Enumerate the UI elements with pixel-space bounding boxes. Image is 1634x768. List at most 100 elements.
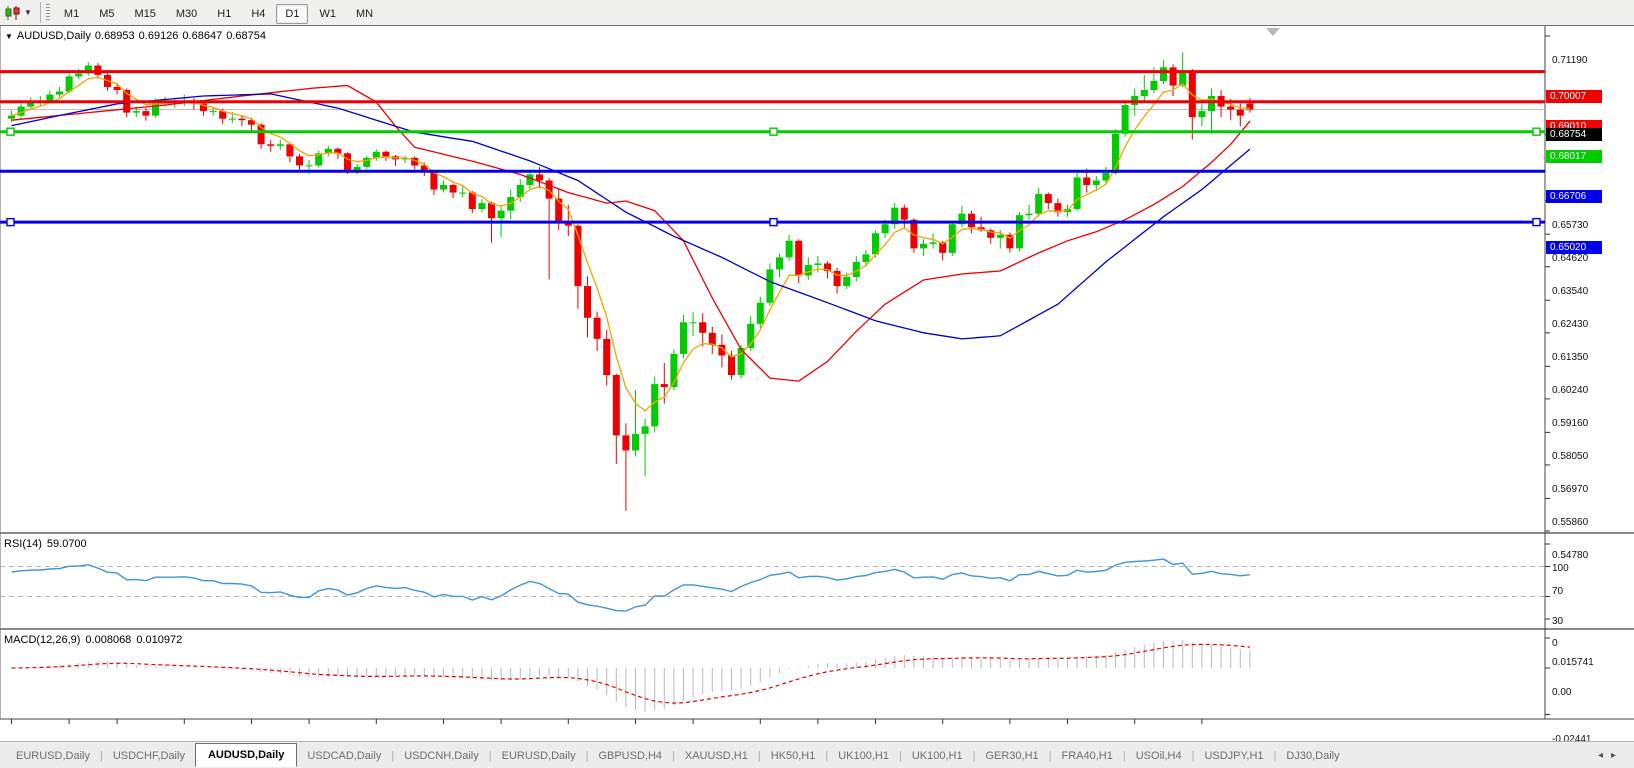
chart-tab-ger30-h1[interactable]: GER30,H1 bbox=[975, 746, 1048, 766]
timeframe-button-h1[interactable]: H1 bbox=[208, 4, 240, 24]
candle-body bbox=[1122, 105, 1129, 134]
candle-body bbox=[882, 224, 889, 233]
line-drag-handle[interactable] bbox=[7, 128, 14, 135]
timeframe-button-h4[interactable]: H4 bbox=[242, 4, 274, 24]
ohlc-close: 0.68754 bbox=[226, 30, 266, 42]
macd-indicator-label: MACD(12,26,9)0.0080680.010972 bbox=[4, 634, 187, 646]
rsi-axis-label: 0 bbox=[1552, 638, 1558, 649]
price-tick-label: 0.63540 bbox=[1552, 286, 1588, 297]
rsi-axis-label: 100 bbox=[1552, 563, 1569, 574]
candle-body bbox=[603, 339, 610, 375]
triangle-down-icon[interactable]: ▼ bbox=[5, 32, 13, 41]
timeframe-button-m5[interactable]: M5 bbox=[90, 4, 123, 24]
macd-axis-label: 0.00 bbox=[1552, 687, 1571, 698]
timeframe-button-w1[interactable]: W1 bbox=[310, 4, 345, 24]
chart-tab-usdchf-daily[interactable]: USDCHF,Daily bbox=[103, 746, 195, 766]
candle-body bbox=[1227, 107, 1234, 110]
chart-tab-hk50-h1[interactable]: HK50,H1 bbox=[761, 746, 826, 766]
candle-body bbox=[229, 119, 236, 120]
candle-body bbox=[776, 257, 783, 269]
candle-body bbox=[238, 119, 245, 121]
rsi-value: 59.0700 bbox=[47, 538, 87, 550]
timeframe-toolbar: ▼ M1M5M15M30H1H4D1W1MN bbox=[0, 0, 1634, 26]
chevron-down-icon[interactable]: ▼ bbox=[24, 8, 32, 17]
candle-body bbox=[594, 318, 601, 339]
ma-mid-line bbox=[12, 86, 1250, 382]
rsi-indicator-label: RSI(14) 59.0700 bbox=[4, 538, 92, 550]
price-tick-label: 0.60240 bbox=[1552, 385, 1588, 396]
candle-body bbox=[459, 193, 466, 194]
rsi-axis-label: 70 bbox=[1552, 586, 1563, 597]
price-tick-label: 0.54780 bbox=[1552, 550, 1588, 561]
candle-body bbox=[555, 199, 562, 223]
timeframe-button-d1[interactable]: D1 bbox=[276, 4, 308, 24]
tab-scroll-arrows[interactable]: ◂▸ bbox=[1598, 750, 1624, 761]
macd-name: MACD(12,26,9) bbox=[4, 634, 80, 646]
candle-body bbox=[680, 322, 687, 354]
candle-body bbox=[920, 244, 927, 249]
rsi-name: RSI(14) bbox=[4, 538, 42, 550]
candle-body bbox=[757, 303, 764, 324]
chart-tab-usdjpy-h1[interactable]: USDJPY,H1 bbox=[1194, 746, 1273, 766]
tab-scroll-right-icon[interactable]: ▸ bbox=[1611, 750, 1624, 761]
chart-tab-usdcad-daily[interactable]: USDCAD,Daily bbox=[297, 746, 391, 766]
candle-body bbox=[46, 95, 53, 101]
chart-tab-uk100-h1[interactable]: UK100,H1 bbox=[902, 746, 973, 766]
line-drag-handle[interactable] bbox=[1533, 219, 1540, 226]
chart-tab-eurusd-daily[interactable]: EURUSD,Daily bbox=[492, 746, 586, 766]
toolbar-grip-handle[interactable] bbox=[46, 4, 50, 22]
line-drag-handle[interactable] bbox=[770, 219, 777, 226]
candle-body bbox=[786, 241, 793, 258]
chart-window[interactable]: ▼AUDUSD,Daily0.689530.691260.686470.6875… bbox=[0, 25, 1634, 742]
candle-body bbox=[584, 286, 591, 318]
line-drag-handle[interactable] bbox=[770, 128, 777, 135]
macd-main-value: 0.008068 bbox=[85, 634, 131, 646]
candle-body bbox=[536, 174, 543, 180]
candle-body bbox=[56, 92, 63, 95]
candle-body bbox=[1150, 81, 1157, 90]
candle-body bbox=[75, 73, 82, 76]
rsi-axis-label: 30 bbox=[1552, 616, 1563, 627]
candlestick-chart-icon[interactable] bbox=[4, 5, 22, 21]
line-drag-handle[interactable] bbox=[7, 219, 14, 226]
candle-body bbox=[699, 322, 706, 333]
chart-tab-dj30-daily[interactable]: DJ30,Daily bbox=[1276, 746, 1349, 766]
candle-body bbox=[728, 355, 735, 375]
tab-scroll-left-icon[interactable]: ◂ bbox=[1598, 750, 1611, 761]
autoscroll-marker-icon[interactable] bbox=[1266, 28, 1280, 36]
timeframe-button-m1[interactable]: M1 bbox=[55, 4, 88, 24]
chart-tab-uk100-h1[interactable]: UK100,H1 bbox=[828, 746, 899, 766]
chart-tab-audusd-daily[interactable]: AUDUSD,Daily bbox=[195, 743, 297, 767]
chart-tab-usoil-h4[interactable]: USOil,H4 bbox=[1126, 746, 1192, 766]
candle-body bbox=[1074, 177, 1081, 209]
chart-tab-gbpusd-h4[interactable]: GBPUSD,H4 bbox=[588, 746, 672, 766]
line-drag-handle[interactable] bbox=[1533, 128, 1540, 135]
chart-tabs: EURUSD,Daily|USDCHF,DailyAUDUSD,DailyUSD… bbox=[6, 745, 1350, 767]
timeframe-button-mn[interactable]: MN bbox=[347, 4, 382, 24]
candle-body bbox=[1026, 214, 1033, 216]
price-tick-label: 0.64620 bbox=[1552, 253, 1588, 264]
candle-body bbox=[910, 220, 917, 249]
candle-body bbox=[968, 214, 975, 228]
mt4-terminal: ▼ M1M5M15M30H1H4D1W1MN ▼AUDUSD,Daily0.68… bbox=[0, 0, 1634, 768]
candle-body bbox=[642, 426, 649, 434]
price-tick-label: 0.58050 bbox=[1552, 451, 1588, 462]
candle-body bbox=[133, 111, 140, 113]
candle-body bbox=[210, 111, 217, 112]
candle-body bbox=[8, 116, 15, 119]
timeframe-button-m30[interactable]: M30 bbox=[167, 4, 206, 24]
timeframe-button-m15[interactable]: M15 bbox=[125, 4, 164, 24]
chart-canvas[interactable] bbox=[0, 26, 1634, 742]
candle-body bbox=[930, 242, 937, 244]
chart-tab-eurusd-daily[interactable]: EURUSD,Daily bbox=[6, 746, 100, 766]
price-tick-label: 0.65730 bbox=[1552, 220, 1588, 231]
price-tick-label: 0.62430 bbox=[1552, 319, 1588, 330]
candle-body bbox=[440, 185, 447, 190]
candle-body bbox=[814, 263, 821, 265]
price-tag: 0.65020 bbox=[1546, 241, 1602, 254]
chart-tab-usdcnh-daily[interactable]: USDCNH,Daily bbox=[394, 746, 489, 766]
candle-body bbox=[709, 333, 716, 345]
chart-tab-fra40-h1[interactable]: FRA40,H1 bbox=[1052, 746, 1123, 766]
candle-body bbox=[488, 203, 495, 218]
chart-tab-xauusd-h1[interactable]: XAUUSD,H1 bbox=[675, 746, 758, 766]
